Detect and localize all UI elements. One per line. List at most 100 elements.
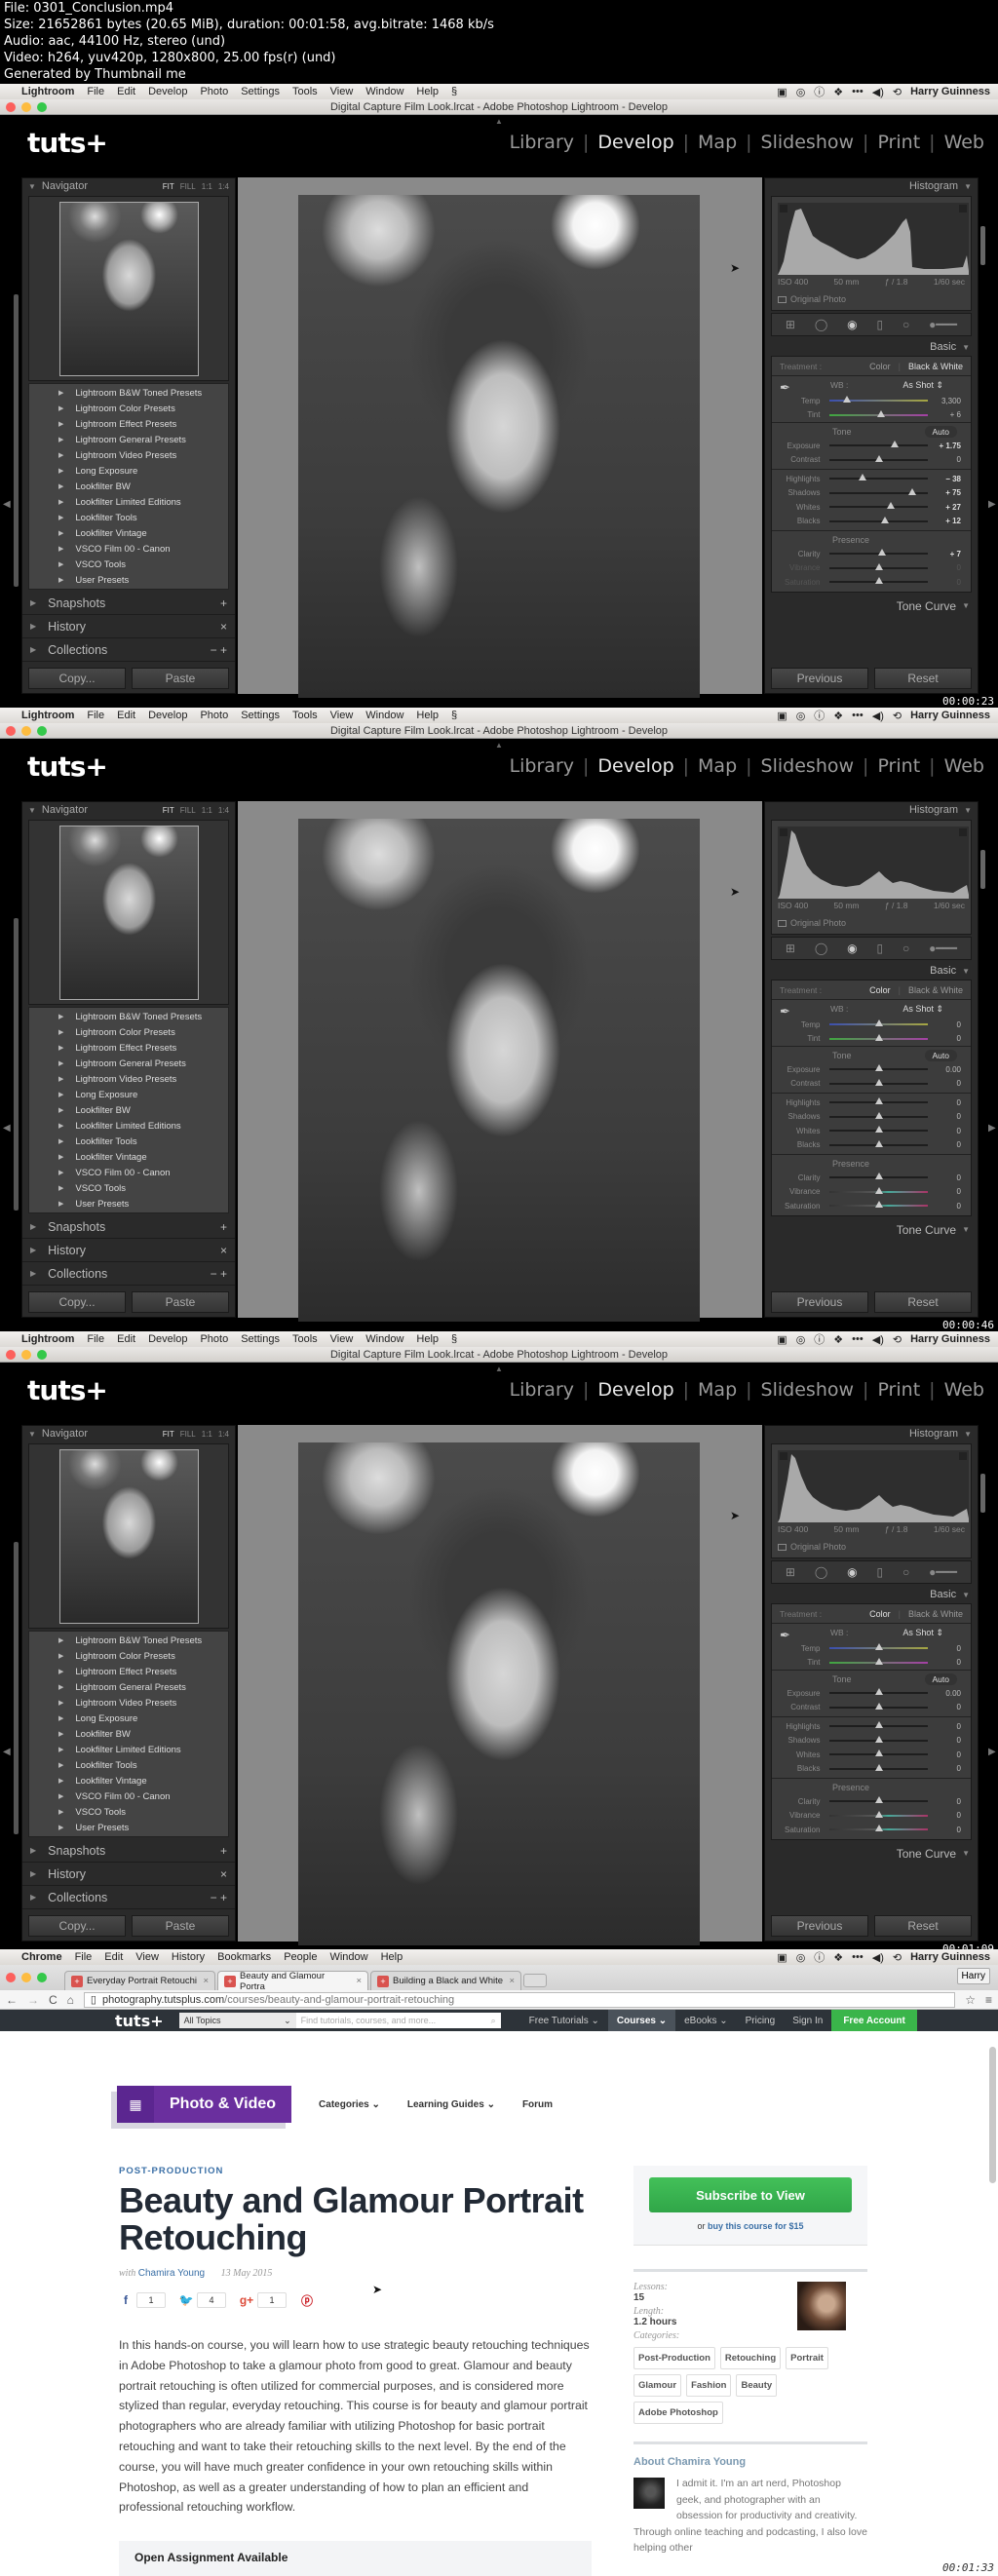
highlight-clip-indicator[interactable] bbox=[959, 828, 967, 836]
tone-curve-header[interactable]: Tone Curve ▼ bbox=[765, 1844, 978, 1864]
user-name[interactable]: Harry Guinness bbox=[910, 1951, 990, 1963]
auto-tone-button[interactable]: Auto bbox=[924, 1050, 957, 1061]
slider-thumb[interactable] bbox=[874, 1721, 883, 1729]
preset-folder[interactable]: ▶ User Presets bbox=[29, 1196, 228, 1211]
pinterest-icon[interactable]: ⓟ bbox=[300, 2293, 314, 2308]
zoom-button[interactable] bbox=[37, 1350, 47, 1360]
menu-app[interactable]: Lightroom bbox=[21, 1333, 74, 1345]
slider-track[interactable] bbox=[829, 409, 929, 417]
basic-header[interactable]: Basic ▼ bbox=[765, 338, 978, 356]
menu-item[interactable]: View bbox=[330, 710, 354, 721]
menu-item[interactable]: Settings bbox=[241, 710, 280, 721]
module-web[interactable]: Web bbox=[944, 755, 984, 777]
eyedropper-icon[interactable]: ✒ bbox=[780, 1628, 790, 1643]
zoom-fit[interactable]: FIT bbox=[163, 1430, 174, 1439]
auto-tone-button[interactable]: Auto bbox=[924, 1673, 957, 1685]
original-photo-toggle[interactable]: Original Photo bbox=[778, 1542, 846, 1552]
slider-thumb[interactable] bbox=[874, 1825, 883, 1832]
collections-section[interactable]: ▶ Collections − + bbox=[22, 638, 235, 662]
slider-track[interactable] bbox=[829, 441, 929, 448]
clear-history-icon[interactable]: × bbox=[220, 620, 227, 634]
menu-item[interactable]: Settings bbox=[241, 1333, 280, 1345]
zoom-button[interactable] bbox=[37, 726, 47, 736]
slider-value[interactable]: 0 bbox=[932, 1644, 961, 1653]
slider-value[interactable]: 0.00 bbox=[932, 1065, 961, 1074]
forward-icon[interactable]: → bbox=[27, 1993, 39, 2007]
menu-app[interactable]: Lightroom bbox=[21, 710, 74, 721]
slider-track[interactable] bbox=[829, 549, 929, 557]
zoom-fill[interactable]: FILL bbox=[180, 1430, 196, 1439]
category-tag[interactable]: Beauty bbox=[736, 2374, 778, 2397]
preset-folder[interactable]: ▶ Lookfilter Vintage bbox=[29, 1149, 228, 1165]
preset-folder[interactable]: ▶ VSCO Film 00 - Canon bbox=[29, 1788, 228, 1804]
slider-track[interactable] bbox=[829, 1139, 929, 1147]
slider-track[interactable] bbox=[829, 1657, 929, 1665]
left-scrollbar[interactable] bbox=[14, 918, 19, 1211]
zoom-1-4[interactable]: 1:4 bbox=[218, 806, 229, 815]
slider-value[interactable]: 0 bbox=[932, 1811, 961, 1820]
nav-free-tutorials[interactable]: Free Tutorials ⌄ bbox=[520, 2010, 608, 2031]
shadow-clip-indicator[interactable] bbox=[780, 828, 787, 836]
slider-thumb[interactable] bbox=[874, 454, 883, 462]
zoom-fill[interactable]: FILL bbox=[180, 182, 196, 191]
snapshots-section[interactable]: ▶ Snapshots + bbox=[22, 1839, 235, 1863]
slider-thumb[interactable] bbox=[874, 1749, 883, 1757]
preset-folder[interactable]: ▶ Lightroom Video Presets bbox=[29, 447, 228, 463]
navigator-header[interactable]: ▼ Navigator FIT FILL 1:1 1:4 bbox=[22, 802, 235, 818]
navigator-header[interactable]: ▼ Navigator FIT FILL 1:1 1:4 bbox=[22, 178, 235, 194]
close-tab-icon[interactable]: × bbox=[356, 1976, 362, 1986]
slider-value[interactable]: + 6 bbox=[932, 410, 961, 419]
slider-track[interactable] bbox=[829, 1763, 929, 1771]
menu-item[interactable]: Tools bbox=[292, 1333, 318, 1345]
slider-thumb[interactable] bbox=[874, 1097, 883, 1105]
slider-track[interactable] bbox=[829, 1097, 929, 1105]
checkbox[interactable] bbox=[778, 295, 787, 303]
module-web[interactable]: Web bbox=[944, 1379, 984, 1401]
zoom-1-4[interactable]: 1:4 bbox=[218, 1430, 229, 1439]
right-panel-toggle-icon[interactable]: ▶ bbox=[988, 499, 996, 510]
preset-folder[interactable]: ▶ Lightroom B&W Toned Presets bbox=[29, 1633, 228, 1648]
slider-track[interactable] bbox=[829, 502, 929, 510]
slider-thumb[interactable] bbox=[874, 562, 883, 570]
add-snapshot-icon[interactable]: + bbox=[220, 1844, 227, 1858]
menu-item[interactable]: Edit bbox=[117, 710, 135, 721]
slider-thumb[interactable] bbox=[874, 1735, 883, 1743]
module-slideshow[interactable]: Slideshow bbox=[761, 755, 854, 777]
slider-thumb[interactable] bbox=[874, 1657, 883, 1665]
module-slideshow[interactable]: Slideshow bbox=[761, 132, 854, 153]
volume-icon[interactable]: ◀) bbox=[872, 1951, 884, 1964]
slider-thumb[interactable] bbox=[874, 1201, 883, 1209]
slider-thumb[interactable] bbox=[880, 516, 889, 523]
subscribe-button[interactable]: Subscribe to View bbox=[649, 2177, 852, 2212]
history-section[interactable]: ▶ History × bbox=[22, 1863, 235, 1886]
collection-actions-icon[interactable]: − + bbox=[211, 1891, 227, 1904]
wb-select[interactable]: As Shot ⇕ bbox=[902, 1628, 943, 1638]
menu-item[interactable]: Help bbox=[416, 1333, 439, 1345]
slider-thumb[interactable] bbox=[886, 502, 895, 510]
slider-value[interactable]: 0 bbox=[932, 1703, 961, 1711]
paste-button[interactable]: Paste bbox=[132, 1291, 229, 1313]
slider-value[interactable]: 3,300 bbox=[932, 397, 961, 405]
nav-courses[interactable]: Courses ⌄ bbox=[607, 2010, 676, 2031]
preset-folder[interactable]: ▶ Long Exposure bbox=[29, 463, 228, 479]
category-tag[interactable]: Fashion bbox=[686, 2374, 732, 2397]
slider-value[interactable]: 0 bbox=[932, 1034, 961, 1043]
slider-value[interactable]: + 75 bbox=[932, 488, 961, 497]
module-library[interactable]: Library bbox=[510, 755, 574, 777]
preset-folder[interactable]: ▶ Lightroom General Presets bbox=[29, 432, 228, 447]
preset-folder[interactable]: ▶ Lightroom B&W Toned Presets bbox=[29, 1009, 228, 1024]
creative-cloud-icon[interactable]: ◎ bbox=[796, 710, 806, 722]
original-photo-toggle[interactable]: Original Photo bbox=[778, 294, 846, 304]
left-panel-toggle-icon[interactable]: ◀ bbox=[3, 1747, 11, 1757]
slider-value[interactable]: 0 bbox=[932, 578, 961, 587]
menu-app[interactable]: Chrome bbox=[21, 1951, 62, 1963]
menu-item[interactable]: Window bbox=[329, 1951, 367, 1963]
history-section[interactable]: ▶ History × bbox=[22, 1239, 235, 1262]
slider-track[interactable] bbox=[829, 577, 929, 585]
slider-value[interactable]: 0 bbox=[932, 1098, 961, 1107]
user-name[interactable]: Harry Guinness bbox=[910, 1333, 990, 1345]
menu-item[interactable]: Develop bbox=[148, 1333, 187, 1345]
close-tab-icon[interactable]: × bbox=[203, 1976, 209, 1986]
close-tab-icon[interactable]: × bbox=[509, 1976, 515, 1986]
menu-item[interactable]: Tools bbox=[292, 710, 318, 721]
